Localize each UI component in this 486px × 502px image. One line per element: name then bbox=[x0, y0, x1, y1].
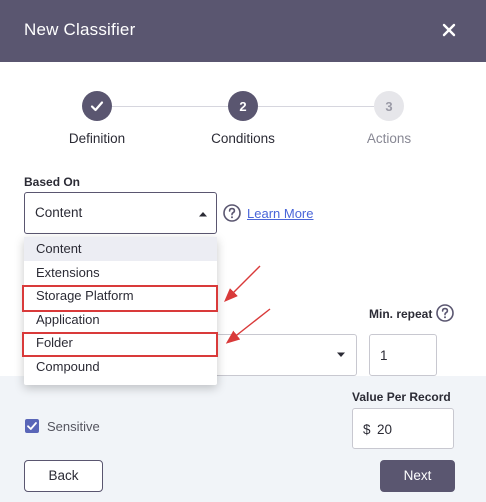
min-repeat-label: Min. repeat bbox=[369, 307, 433, 321]
currency-symbol: $ bbox=[363, 422, 371, 437]
step-number: 3 bbox=[385, 98, 393, 114]
dropdown-option-extensions[interactable]: Extensions bbox=[24, 261, 217, 285]
dropdown-option-content[interactable]: Content bbox=[24, 237, 217, 261]
step-connector bbox=[112, 106, 228, 107]
step-1-definition[interactable] bbox=[82, 91, 112, 121]
based-on-select[interactable]: Content bbox=[24, 192, 217, 234]
dialog-title: New Classifier bbox=[24, 20, 136, 39]
based-on-dropdown: Content Extensions Storage Platform Appl… bbox=[24, 237, 217, 385]
step-2-conditions[interactable]: 2 bbox=[228, 91, 258, 121]
help-icon bbox=[223, 204, 241, 222]
step-number: 2 bbox=[239, 98, 247, 114]
dropdown-option-storage-platform[interactable]: Storage Platform bbox=[24, 284, 217, 308]
next-button[interactable]: Next bbox=[380, 460, 455, 492]
value-per-record-label: Value Per Record bbox=[352, 390, 451, 404]
min-repeat-help-button[interactable] bbox=[436, 304, 454, 327]
close-icon bbox=[442, 23, 456, 37]
step-label-conditions: Conditions bbox=[211, 131, 275, 146]
check-icon bbox=[27, 422, 37, 430]
step-connector bbox=[258, 106, 374, 107]
dropdown-option-application[interactable]: Application bbox=[24, 308, 217, 332]
help-icon bbox=[436, 304, 454, 322]
help-button[interactable] bbox=[223, 204, 241, 227]
dropdown-option-compound[interactable]: Compound bbox=[24, 355, 217, 379]
dialog-header: New Classifier bbox=[0, 0, 486, 62]
caret-up-icon bbox=[199, 212, 207, 217]
check-icon bbox=[90, 101, 104, 112]
back-button[interactable]: Back bbox=[24, 460, 103, 492]
close-button[interactable] bbox=[434, 15, 464, 45]
sensitive-checkbox[interactable] bbox=[25, 419, 39, 433]
step-label-definition: Definition bbox=[68, 131, 126, 146]
based-on-label: Based On bbox=[24, 175, 81, 189]
step-label-actions: Actions bbox=[366, 131, 412, 146]
value-per-record-input[interactable]: $ 20 bbox=[352, 408, 454, 449]
learn-more-link[interactable]: Learn More bbox=[247, 206, 313, 221]
value-per-record-value: 20 bbox=[377, 422, 393, 437]
min-repeat-input[interactable] bbox=[369, 334, 437, 376]
dropdown-option-folder[interactable]: Folder bbox=[24, 331, 217, 355]
caret-down-icon bbox=[337, 352, 345, 357]
based-on-value: Content bbox=[35, 205, 83, 220]
sensitive-label: Sensitive bbox=[47, 419, 100, 434]
step-3-actions[interactable]: 3 bbox=[374, 91, 404, 121]
